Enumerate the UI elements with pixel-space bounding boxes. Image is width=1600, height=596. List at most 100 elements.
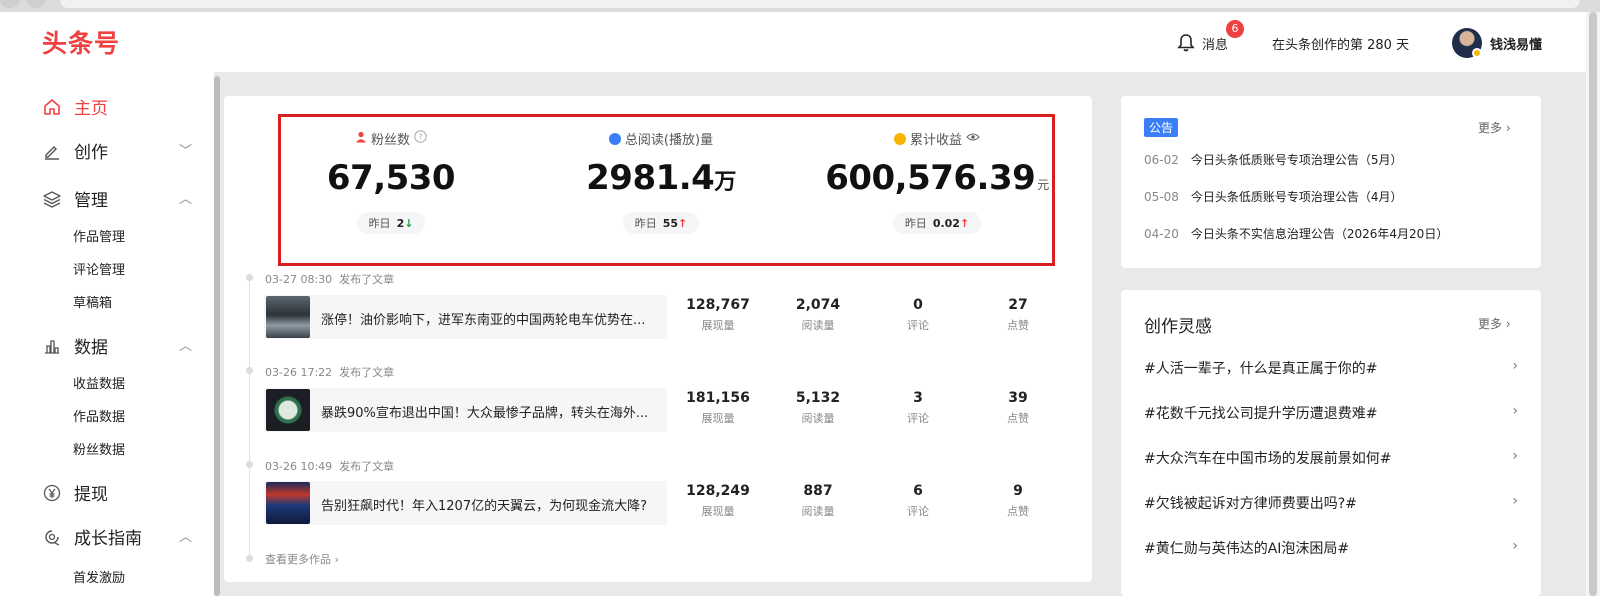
metric-impressions: 128,249 展现量 — [686, 483, 750, 518]
sidebar-item-comments-manage[interactable]: 评论管理 — [73, 259, 125, 278]
article-title[interactable]: 告别狂飙时代！年入1207亿的天翼云，为何现金流大降? — [321, 495, 661, 514]
sidebar-item-works-data[interactable]: 作品数据 — [73, 406, 125, 425]
chevron-up-icon: ︿ — [178, 530, 192, 545]
timeline-dot — [246, 461, 253, 468]
arrow-down-icon: ↓ — [404, 217, 414, 230]
verified-badge-icon — [1472, 48, 1482, 58]
help-icon[interactable]: ? — [414, 130, 427, 147]
messages-label[interactable]: 消息 — [1202, 34, 1228, 53]
article-thumbnail[interactable] — [266, 389, 310, 431]
article-row[interactable]: 告别狂飙时代！年入1207亿的天翼云，为何现金流大降? — [264, 481, 667, 525]
stat-label: 总阅读(播放)量 — [624, 133, 714, 148]
creation-days-text: 在头条创作的第 280 天 — [1272, 38, 1410, 53]
home-icon — [42, 97, 62, 117]
notice-tag: 公告 — [1144, 118, 1179, 137]
window-control[interactable] — [26, 0, 46, 8]
sidebar-item-label: 主页 — [74, 99, 108, 119]
metric-comments: 6 评论 — [907, 483, 929, 518]
username[interactable]: 钱浅易懂 — [1490, 34, 1542, 53]
metric-reads: 2,074 阅读量 — [795, 297, 841, 332]
sidebar-item-withdraw[interactable]: 提现 — [42, 480, 192, 505]
sidebar-scrollbar[interactable] — [214, 76, 220, 596]
view-more-works-link[interactable]: 查看更多作品 › — [265, 551, 339, 567]
notice-item[interactable]: 05-08 今日头条低质账号专项治理公告（4月） — [1144, 188, 1403, 205]
bell-icon[interactable] — [1176, 33, 1196, 53]
article-meta: 03-26 17:22 发布了文章 — [265, 366, 395, 379]
timeline-dot — [246, 555, 253, 562]
sidebar-item-income-data[interactable]: 收益数据 — [73, 373, 125, 392]
article-thumbnail[interactable] — [266, 482, 310, 524]
chevron-down-icon: ﹀ — [178, 144, 192, 159]
layers-icon — [42, 189, 62, 209]
chevron-right-icon: › — [1512, 538, 1518, 554]
stat-value: 600,576.39 元 — [825, 158, 1049, 198]
inspiration-item[interactable]: #欠钱被起诉对方律师费要出吗?# › — [1144, 493, 1518, 513]
metric-comments: 0 评论 — [907, 297, 929, 332]
pen-icon — [42, 141, 62, 161]
notice-more-link[interactable]: 更多 › — [1478, 119, 1511, 136]
scrollbar-thumb[interactable] — [1589, 12, 1597, 596]
inspiration-item[interactable]: #黄仁勋与英伟达的AI泡沫困局# › — [1144, 538, 1518, 558]
svg-text:?: ? — [418, 133, 422, 142]
window-control[interactable] — [0, 0, 20, 8]
sidebar-item-label: 成长指南 — [74, 529, 142, 549]
yesterday-change: 昨日 0.02↑ — [892, 212, 982, 234]
article-title[interactable]: 暴跌90%宣布退出中国！大众最惨子品牌，转头在海外... — [321, 402, 661, 421]
chevron-up-icon: ︿ — [178, 339, 192, 354]
sidebar-item-growth-guide[interactable]: 成长指南 ︿ — [42, 524, 192, 549]
article-row[interactable]: 暴跌90%宣布退出中国！大众最惨子品牌，转头在海外... — [264, 388, 667, 432]
sidebar-item-first-publish[interactable]: 首发激励 — [73, 567, 125, 586]
metric-reads: 887 阅读量 — [801, 483, 835, 518]
notice-item[interactable]: 06-02 今日头条低质账号专项治理公告（5月） — [1144, 151, 1403, 168]
yen-icon — [42, 483, 62, 503]
eye-icon[interactable] — [966, 131, 980, 146]
article-thumbnail[interactable] — [266, 296, 310, 338]
sidebar-item-works-manage[interactable]: 作品管理 — [73, 226, 125, 245]
stat-reads[interactable]: 总阅读(播放)量 2981.4万 昨日 55↑ — [551, 117, 771, 234]
sidebar-item-home[interactable]: 主页 — [42, 94, 192, 119]
top-header: 头条号 消息 6 在头条创作的第 280 天 钱浅易懂 — [0, 12, 1586, 72]
bar-chart-icon — [42, 336, 62, 356]
stat-value: 2981.4万 — [586, 158, 736, 198]
stat-income[interactable]: 累计收益 600,576.39 元 昨日 0.02↑ — [821, 117, 1053, 234]
chevron-right-icon: › — [1512, 403, 1518, 419]
read-icon — [608, 132, 621, 145]
stat-label: 累计收益 — [909, 133, 962, 148]
sidebar-item-drafts[interactable]: 草稿箱 — [73, 292, 112, 311]
sidebar-item-label: 创作 — [74, 143, 108, 163]
page-scrollbar[interactable] — [1586, 12, 1600, 596]
yesterday-change: 昨日 2↓ — [356, 212, 426, 234]
browser-tab[interactable] — [60, 0, 1580, 8]
metric-likes: 39 点赞 — [1007, 390, 1029, 425]
article-row[interactable]: 涨停！油价影响下，进军东南亚的中国两轮电车优势在... — [264, 295, 667, 339]
sidebar-item-fans-data[interactable]: 粉丝数据 — [73, 439, 125, 458]
chevron-right-icon: › — [1512, 358, 1518, 374]
article-meta: 03-27 08:30 发布了文章 — [265, 273, 395, 286]
inspiration-more-link[interactable]: 更多 › — [1478, 315, 1511, 332]
metric-impressions: 128,767 展现量 — [686, 297, 750, 332]
sidebar-item-create[interactable]: 创作 ﹀ — [42, 138, 192, 163]
messages-badge: 6 — [1226, 20, 1244, 38]
stat-fans[interactable]: 粉丝数 ? 67,530 昨日 2↓ — [281, 117, 501, 234]
inspiration-item[interactable]: #花数千元找公司提升学历遭退费难# › — [1144, 403, 1518, 423]
metric-reads: 5,132 阅读量 — [795, 390, 841, 425]
arrow-up-icon: ↑ — [959, 217, 970, 230]
sidebar-item-label: 管理 — [74, 191, 108, 211]
inspiration-item[interactable]: #大众汽车在中国市场的发展前景如何# › — [1144, 448, 1518, 468]
notice-item[interactable]: 04-20 今日头条不实信息治理公告（2026年4月20日） — [1144, 225, 1448, 242]
sidebar-item-data[interactable]: 数据 ︿ — [42, 333, 192, 358]
user-icon — [355, 131, 367, 147]
sidebar-item-label: 数据 — [74, 338, 108, 358]
chevron-right-icon: › — [1512, 448, 1518, 464]
timeline-line — [249, 280, 250, 556]
stat-value: 67,530 — [326, 158, 456, 198]
logo[interactable]: 头条号 — [42, 24, 120, 60]
browser-tab-strip — [0, 0, 1600, 12]
metric-impressions: 181,156 展现量 — [686, 390, 750, 425]
inspiration-item[interactable]: #人活一辈子，什么是真正属于你的# › — [1144, 358, 1518, 378]
coin-icon — [893, 132, 906, 145]
article-title[interactable]: 涨停！油价影响下，进军东南亚的中国两轮电车优势在... — [321, 309, 661, 328]
stats-highlight-box: 粉丝数 ? 67,530 昨日 2↓ 总阅读(播放)量 2981.4万 昨日 55↑… — [278, 114, 1055, 266]
metric-likes: 27 点赞 — [1007, 297, 1029, 332]
sidebar-item-manage[interactable]: 管理 ︿ — [42, 186, 192, 211]
